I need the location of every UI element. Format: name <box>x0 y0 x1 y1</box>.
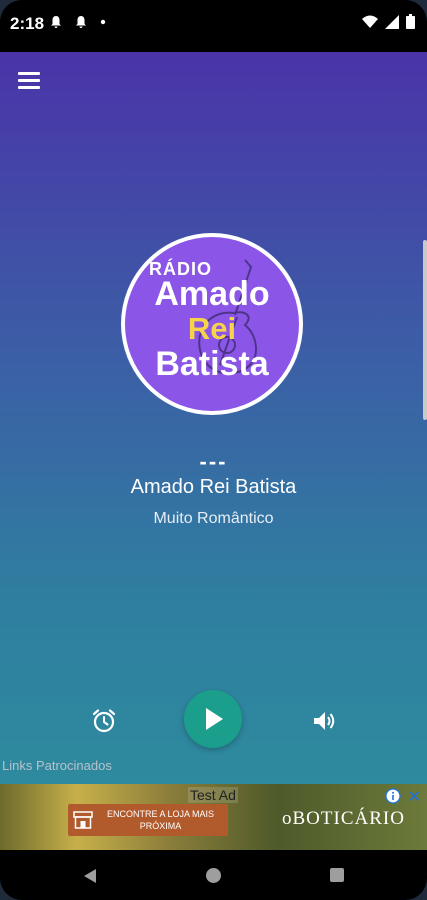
menu-icon[interactable] <box>18 72 40 90</box>
ad-cta-button[interactable]: ENCONTRE A LOJA MAIS PRÓXIMA <box>68 804 228 836</box>
ad-close-icon[interactable]: ✕ <box>408 787 421 807</box>
player-screen: RÁDIO Amado Rei Batista --- Amado Rei Ba… <box>0 52 427 784</box>
logo-line2: Rei <box>187 311 237 346</box>
wifi-icon <box>362 15 378 28</box>
home-icon[interactable] <box>206 868 221 883</box>
volume-icon[interactable] <box>310 707 338 735</box>
back-icon[interactable] <box>83 868 97 884</box>
recent-apps-icon[interactable] <box>330 868 344 882</box>
ad-info-icon[interactable] <box>385 788 401 804</box>
battery-icon <box>406 14 415 29</box>
alarm-clock-icon[interactable] <box>90 707 118 735</box>
ad-label: Test Ad <box>188 787 238 803</box>
dot-icon <box>100 19 105 25</box>
scrollbar[interactable] <box>423 240 427 420</box>
notification-icons <box>50 15 106 32</box>
station-name: Amado Rei Batista <box>130 476 297 498</box>
status-bar: 2:18 <box>0 0 427 52</box>
notification-bell-icon <box>51 16 61 28</box>
navigation-bar <box>0 850 427 900</box>
logo-line3: Batista <box>155 345 269 383</box>
ad-banner[interactable]: Test Ad ENCONTRE A LOJA MAIS PRÓXIMA oBO… <box>0 784 427 850</box>
system-icons <box>362 14 415 29</box>
store-icon <box>68 804 98 836</box>
logo-line1: Amado <box>154 275 270 313</box>
ad-brand: oBOTICÁRIO <box>282 808 405 829</box>
ad-cta-text: ENCONTRE A LOJA MAIS PRÓXIMA <box>106 809 215 831</box>
notification-bell-icon <box>75 16 86 28</box>
station-genre: Muito Romântico <box>153 510 274 527</box>
status-time: 2:18 <box>10 14 45 33</box>
track-title: --- <box>199 449 228 474</box>
station-logo: RÁDIO Amado Rei Batista <box>121 233 303 415</box>
play-button[interactable] <box>184 690 242 748</box>
sponsored-links-label: Links Patrocinados <box>2 758 112 773</box>
signal-icon <box>385 14 399 29</box>
play-icon <box>206 708 223 730</box>
